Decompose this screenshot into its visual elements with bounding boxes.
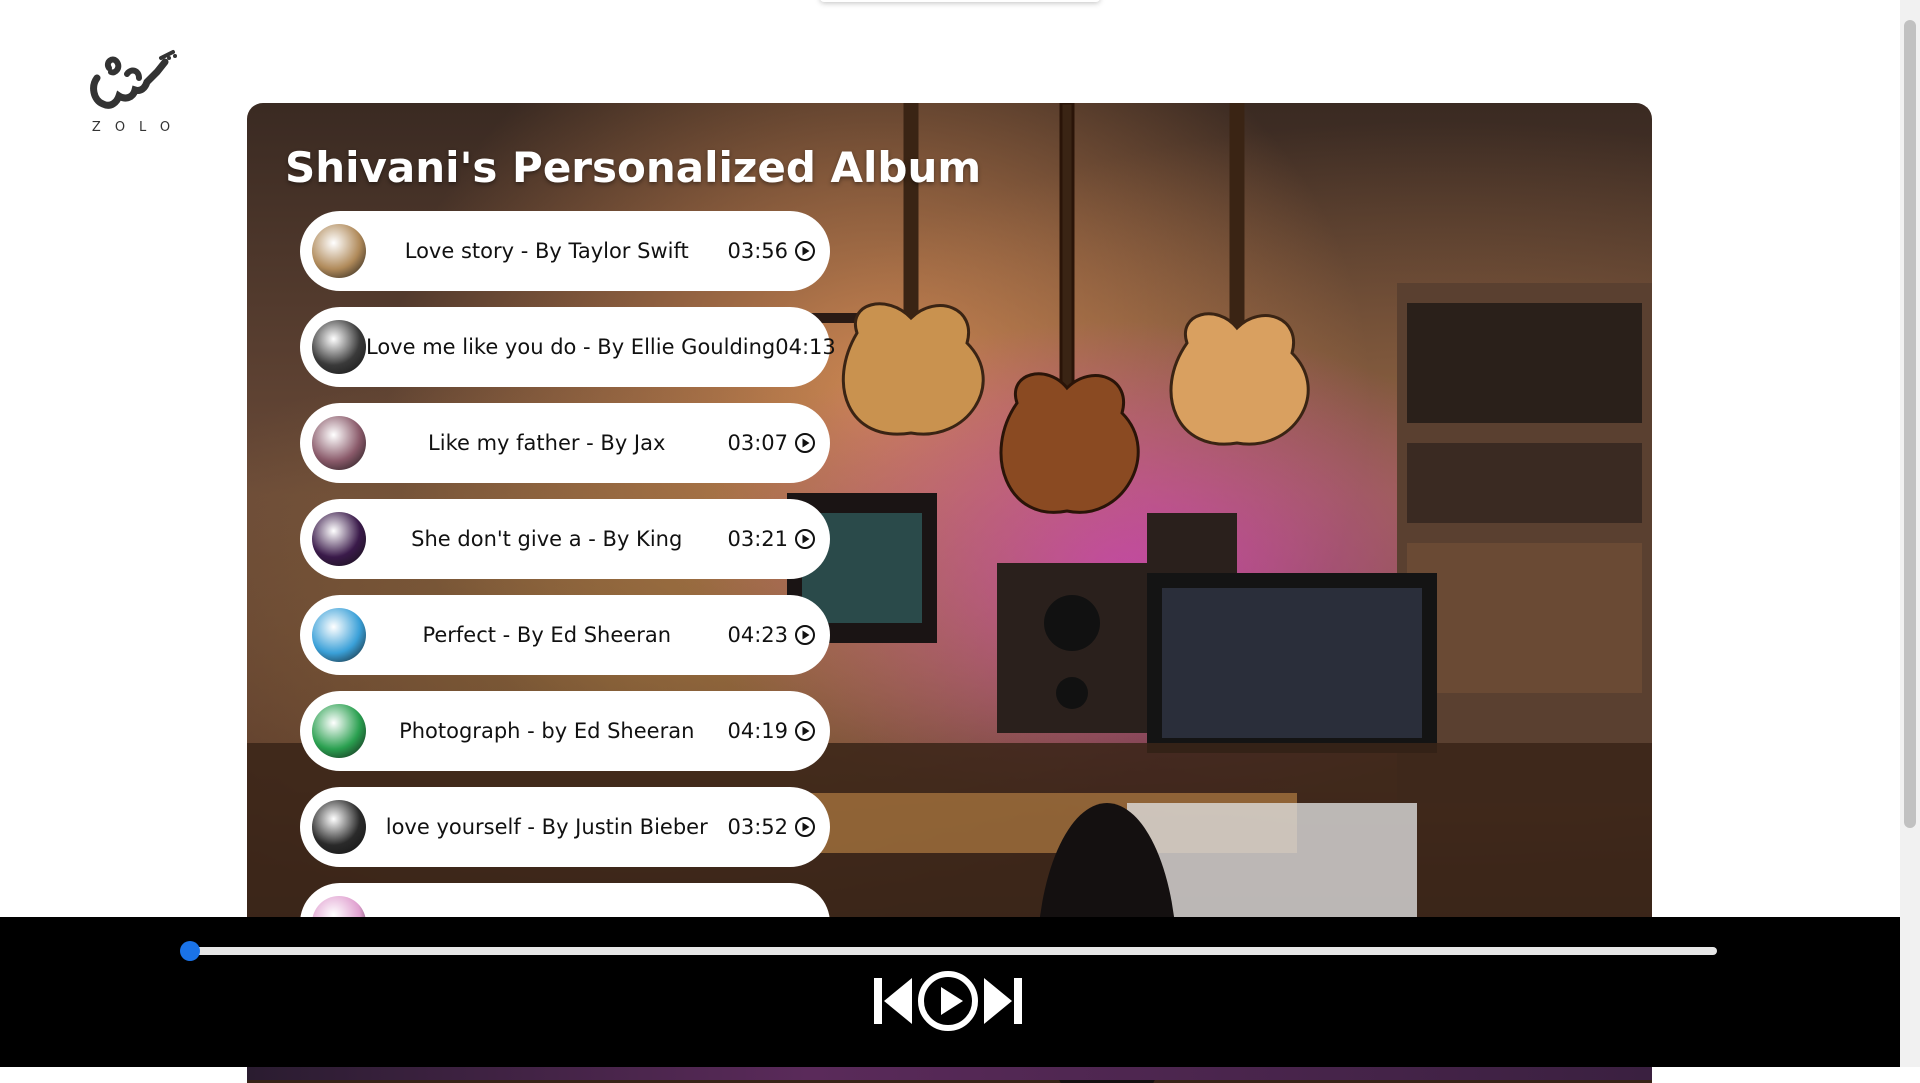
song-title: Love me like you do - By Ellie Goulding bbox=[366, 335, 776, 359]
song-title: Love story - By Taylor Swift bbox=[404, 239, 689, 263]
song-item[interactable]: Love story - By Taylor Swift 03:56 bbox=[300, 211, 830, 291]
song-cover-image bbox=[312, 608, 366, 662]
song-cover-image bbox=[312, 416, 366, 470]
song-cover-image bbox=[312, 512, 366, 566]
play-circle-small-icon[interactable] bbox=[794, 624, 816, 646]
seek-thumb[interactable] bbox=[180, 941, 200, 961]
seek-bar[interactable] bbox=[180, 941, 1717, 961]
song-title: She don't give a - By King bbox=[411, 527, 683, 551]
song-duration: 03:52 bbox=[727, 815, 788, 839]
album-title: Shivani's Personalized Album bbox=[285, 143, 982, 192]
guitar-middle bbox=[999, 103, 1140, 514]
song-duration: 04:23 bbox=[727, 623, 788, 647]
top-dropdown-shadow bbox=[820, 0, 1100, 2]
play-circle-small-icon[interactable] bbox=[794, 432, 816, 454]
song-title: Perfect - By Ed Sheeran bbox=[422, 623, 672, 647]
song-cover-image bbox=[312, 224, 366, 278]
skip-next-icon[interactable] bbox=[982, 976, 1024, 1026]
play-circle-icon[interactable] bbox=[916, 969, 980, 1033]
song-cover-image bbox=[312, 800, 366, 854]
page-scrollbar[interactable] bbox=[1900, 0, 1920, 1067]
song-item[interactable]: She don't give a - By King 03:21 bbox=[300, 499, 830, 579]
zolo-logo[interactable]: ZOLO bbox=[78, 48, 188, 143]
song-duration: 03:07 bbox=[727, 431, 788, 455]
music-player-bar bbox=[0, 917, 1900, 1067]
song-cover-image bbox=[312, 704, 366, 758]
song-duration: 04:19 bbox=[727, 719, 788, 743]
album-panel-peek bbox=[247, 1067, 1652, 1080]
playback-controls bbox=[872, 969, 1024, 1033]
song-item[interactable]: Love me like you do - By Ellie Goulding … bbox=[300, 307, 836, 387]
skip-previous-icon[interactable] bbox=[872, 976, 914, 1026]
song-item[interactable]: Perfect - By Ed Sheeran 04:23 bbox=[300, 595, 830, 675]
song-item[interactable]: Photograph - by Ed Sheeran 04:19 bbox=[300, 691, 830, 771]
page-bottom-strip bbox=[0, 1067, 1920, 1080]
song-title: Like my father - By Jax bbox=[428, 431, 666, 455]
song-duration: 03:21 bbox=[727, 527, 788, 551]
song-cover-image bbox=[312, 320, 366, 374]
song-duration: 03:56 bbox=[727, 239, 788, 263]
song-item[interactable]: Like my father - By Jax 03:07 bbox=[300, 403, 830, 483]
play-circle-small-icon[interactable] bbox=[794, 528, 816, 550]
play-circle-small-icon[interactable] bbox=[794, 240, 816, 262]
play-circle-small-icon[interactable] bbox=[794, 720, 816, 742]
guitar-logo-icon bbox=[90, 50, 177, 109]
logo-text: ZOLO bbox=[91, 120, 185, 135]
song-list: Love story - By Taylor Swift 03:56 Love … bbox=[300, 211, 836, 979]
song-title: love yourself - By Justin Bieber bbox=[385, 815, 708, 839]
play-circle-small-icon[interactable] bbox=[794, 816, 816, 838]
song-duration: 04:13 bbox=[775, 335, 836, 359]
guitar-right bbox=[1169, 103, 1310, 446]
song-item[interactable]: love yourself - By Justin Bieber 03:52 bbox=[300, 787, 830, 867]
song-title: Photograph - by Ed Sheeran bbox=[399, 719, 695, 743]
scrollbar-thumb[interactable] bbox=[1904, 20, 1916, 828]
